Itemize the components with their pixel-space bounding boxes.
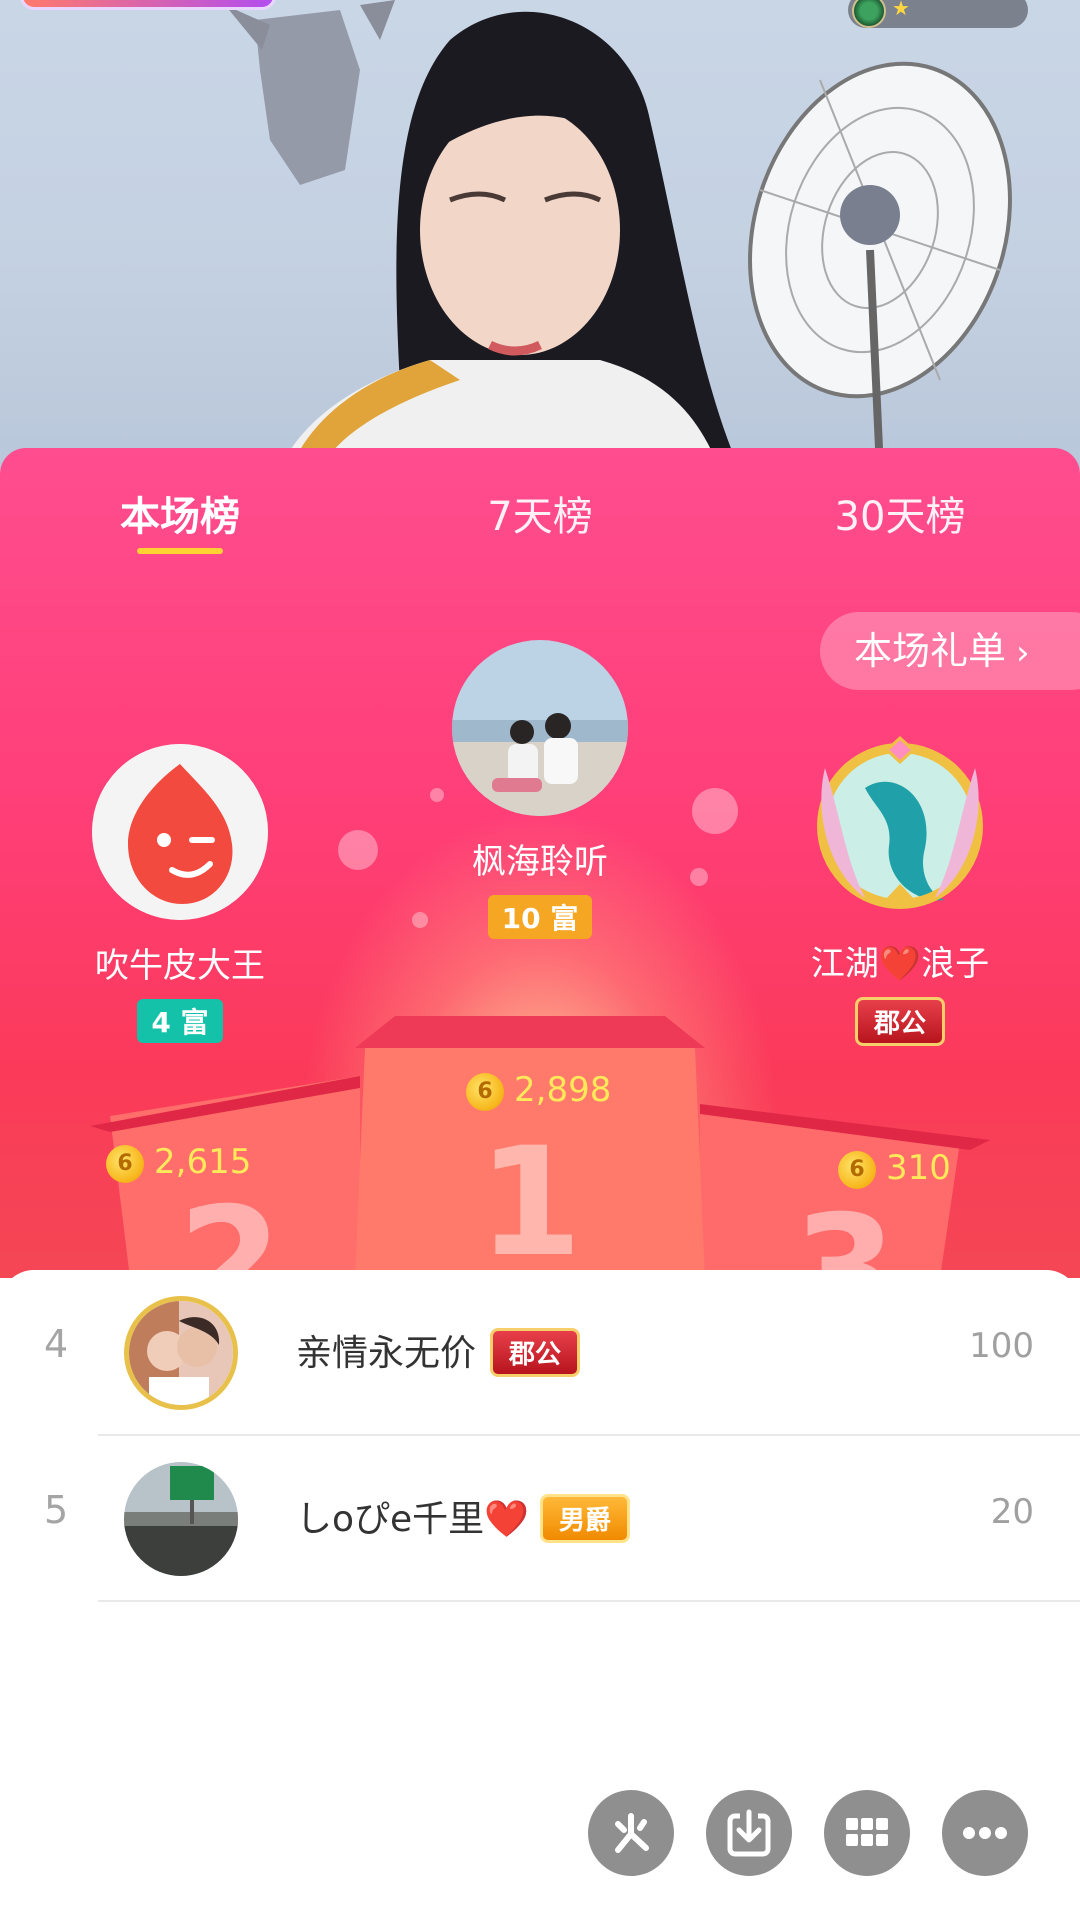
sparkle	[692, 788, 738, 834]
rank-3-avatar[interactable]	[805, 728, 995, 918]
download-icon	[727, 1809, 771, 1857]
rank-2-user[interactable]: 吹牛皮大王 4 富	[30, 744, 330, 1043]
rank-1-score: 6 2,898	[466, 1070, 611, 1111]
sparkle	[690, 868, 708, 886]
ranking-list: 4 亲情永无价 郡公 100 5 しoぴe千里❤️ 男爵 20	[0, 1270, 1080, 1920]
rank-3-user[interactable]: 江湖❤️浪子 郡公	[750, 728, 1050, 1046]
list-rank: 5	[44, 1488, 69, 1532]
coin-icon: 6	[838, 1150, 876, 1189]
rank-2-name: 吹牛皮大王	[95, 946, 265, 986]
viewer-level-badge[interactable]: ★	[848, 0, 1028, 28]
rank-1-wealth-badge: 10 富	[487, 895, 593, 939]
list-score: 20	[990, 1492, 1034, 1532]
star-icon: ★	[892, 0, 910, 20]
sparkle	[338, 830, 378, 870]
list-avatar[interactable]	[124, 1296, 238, 1410]
list-name: しoぴe千里❤️	[296, 1499, 529, 1540]
host-info-badge[interactable]	[20, 0, 276, 10]
video-frame	[225, 0, 1012, 470]
rank-3-score-value: 310	[886, 1148, 951, 1188]
rank-1-avatar[interactable]	[452, 640, 628, 816]
rank-3-avatar-image	[817, 735, 983, 909]
rank-2-avatar[interactable]	[92, 744, 268, 920]
more-button[interactable]	[942, 1790, 1028, 1876]
podium-3-number: 3	[792, 1184, 898, 1278]
coin-icon: 6	[106, 1144, 144, 1183]
list-rank: 4	[44, 1322, 69, 1366]
podium-3: 3	[700, 1104, 990, 1278]
rank-2-score-value: 2,615	[154, 1142, 252, 1182]
more-icon	[963, 1827, 1007, 1839]
tab-7-days[interactable]: 7天榜	[420, 484, 660, 542]
live-video[interactable]: ★	[0, 0, 1080, 470]
rank-3-noble-badge: 郡公	[854, 997, 945, 1046]
ranking-panel: 本场榜 7天榜 30天榜 本场礼单 › 2 3 1 枫海聆听 10 富 6 2,…	[0, 448, 1080, 1278]
apps-button[interactable]	[824, 1790, 910, 1876]
tab-30-days[interactable]: 30天榜	[780, 484, 1020, 542]
list-item[interactable]: 5 しoぴe千里❤️ 男爵 20	[0, 1436, 1080, 1602]
list-noble-badge: 郡公	[490, 1328, 581, 1377]
list-avatar-image	[124, 1462, 238, 1576]
list-name: 亲情永无价	[296, 1333, 477, 1374]
level-icon	[852, 0, 886, 28]
rank-3-score: 6 310	[838, 1148, 951, 1189]
rank-2-score: 6 2,615	[106, 1142, 251, 1183]
rank-1-user[interactable]: 枫海聆听 10 富	[390, 640, 690, 939]
podium-2-number: 2	[177, 1176, 283, 1278]
list-noble-badge: 男爵	[540, 1494, 631, 1543]
grid-icon	[846, 1818, 888, 1846]
share-icon	[615, 1813, 649, 1853]
gift-list-label: 本场礼单	[854, 629, 1007, 673]
divider	[98, 1600, 1080, 1602]
list-item[interactable]: 4 亲情永无价 郡公 100	[0, 1270, 1080, 1436]
coin-icon: 6	[466, 1072, 504, 1111]
rank-1-score-value: 2,898	[514, 1070, 612, 1110]
gift-list-button[interactable]: 本场礼单 ›	[820, 612, 1080, 690]
podium-1-number: 1	[477, 1116, 583, 1278]
rank-2-avatar-image	[92, 744, 268, 920]
list-score: 100	[969, 1326, 1034, 1366]
list-avatar[interactable]	[124, 1462, 238, 1576]
chevron-right-icon: ›	[1016, 633, 1030, 673]
tab-this-session[interactable]: 本场榜	[60, 484, 300, 542]
rank-2-wealth-badge: 4 富	[137, 999, 223, 1043]
ranking-tabs: 本场榜 7天榜 30天榜	[0, 448, 1080, 568]
rank-3-name: 江湖❤️浪子	[810, 944, 990, 984]
active-tab-indicator	[137, 548, 223, 554]
download-button[interactable]	[706, 1790, 792, 1876]
share-button[interactable]	[588, 1790, 674, 1876]
podium-1: 1	[355, 1016, 705, 1278]
list-avatar-image	[129, 1301, 233, 1405]
rank-1-avatar-image	[452, 640, 628, 816]
rank-1-name: 枫海聆听	[472, 842, 608, 882]
